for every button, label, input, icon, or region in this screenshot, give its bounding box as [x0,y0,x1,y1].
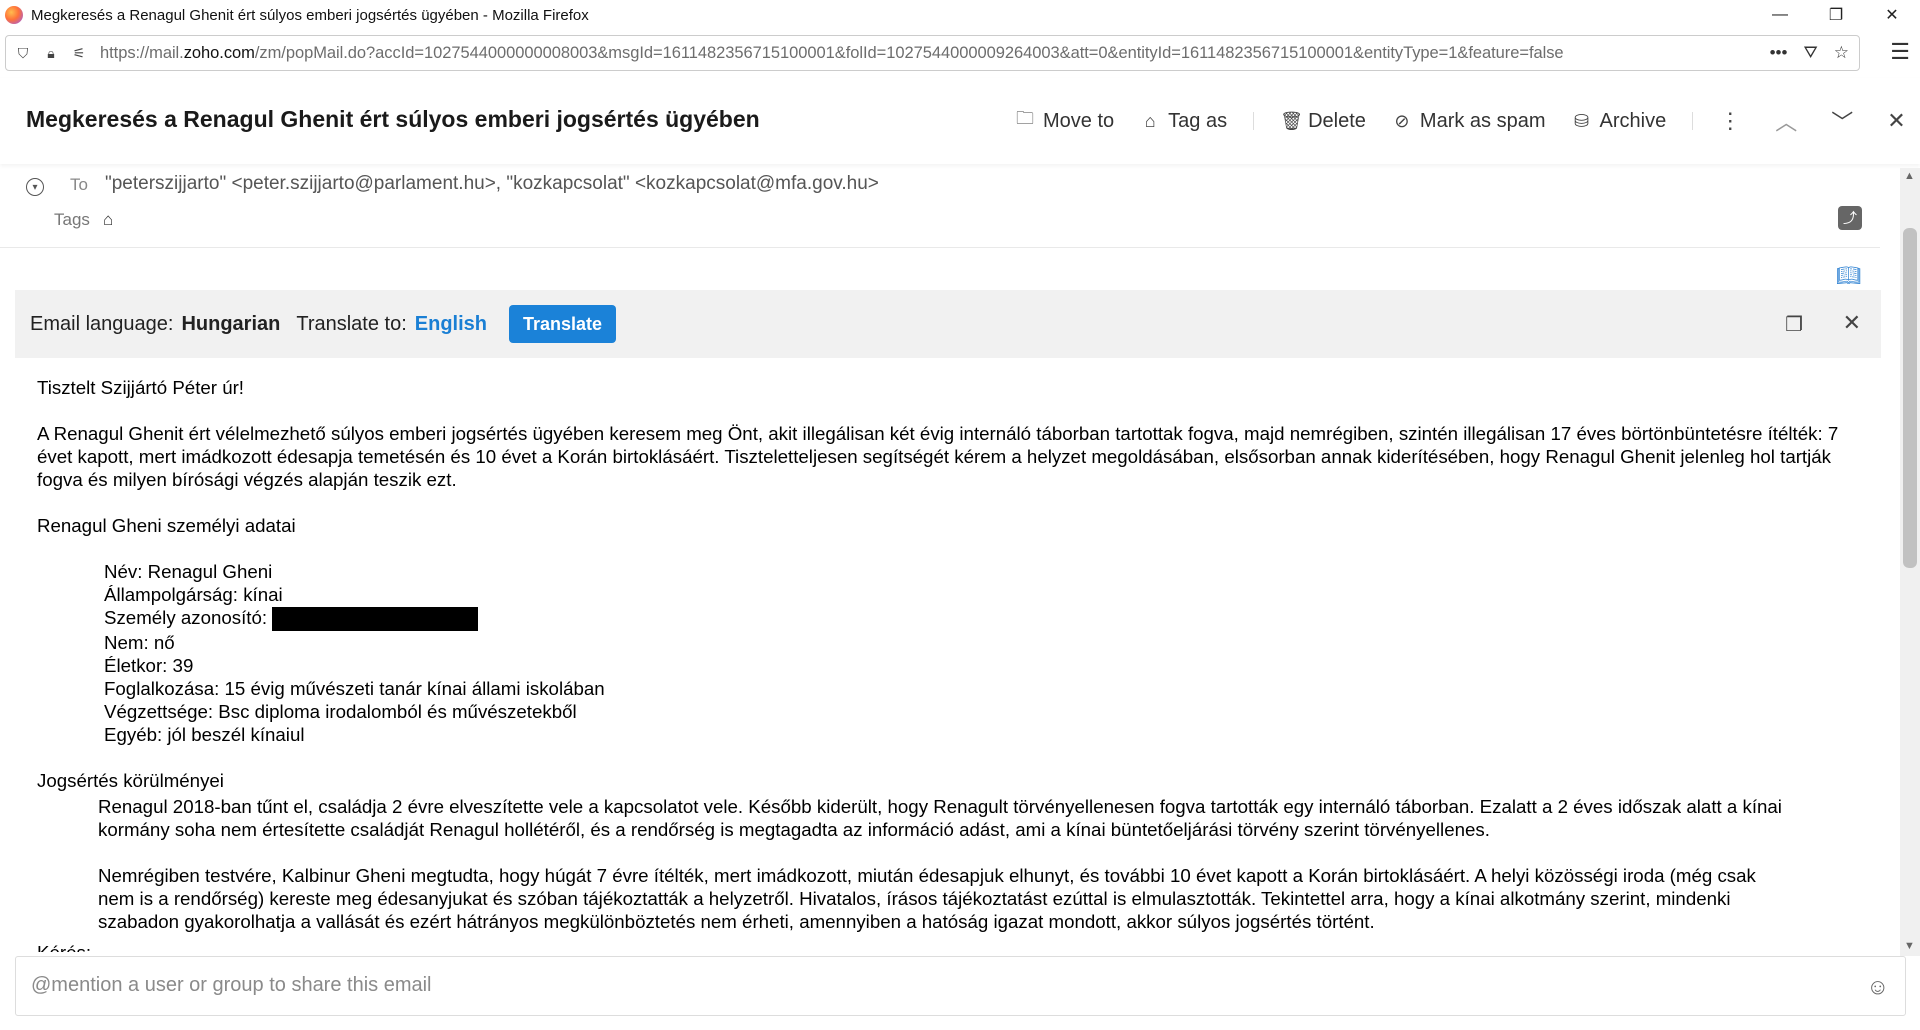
vertical-scrollbar[interactable]: ▲ ▼ [1900,168,1920,956]
list-item: Nem: nő [104,632,175,654]
redacted-block [272,607,479,632]
archive-icon: ⛁ [1573,110,1590,131]
tag-icon: ⌂ [1144,110,1156,131]
more-options-icon[interactable]: ⋮ [1719,108,1741,134]
copy-icon[interactable]: ❐ [1785,312,1803,337]
translate-button[interactable]: Translate [509,305,616,343]
email-body: Tisztelt Szijjártó Péter úr! A Renagul G… [37,376,1847,952]
collapse-details-icon[interactable]: ▾ [26,178,44,196]
folder-icon: 🗀︎ [1016,108,1034,128]
to-recipients[interactable]: "peterszijjarto" <peter.szijjarto@parlam… [105,173,879,195]
email-subject: Megkeresés a Renagul Ghenit ért súlyos e… [26,106,760,132]
window-controls: — ❐ ✕ [1752,0,1920,30]
close-window-button[interactable]: ✕ [1864,0,1920,30]
mail-actions-toolbar: 🗀︎ Move to ⌂ Tag as 🗑︎ Delete ⊘ Mark as … [1015,106,1906,136]
move-to-label: Move to [1043,109,1115,132]
intro-paragraph: A Renagul Ghenit ért vélelmezhető súlyos… [37,423,1839,490]
email-language-label: Email language: [30,312,174,335]
pocket-icon[interactable]: ⛛ [1803,43,1817,63]
url-text[interactable]: https://mail.zoho.com/zm/popMail.do?accI… [100,44,1564,63]
circumstances-paragraph-1: Renagul 2018-ban tűnt el, családja 2 évr… [98,796,1782,841]
id-label: Személy azonosító: [104,607,273,628]
toolbar-divider [1692,112,1694,130]
list-item: Személy azonosító: [104,606,1847,632]
scroll-down-arrow-icon[interactable]: ▼ [1904,940,1915,952]
recipients-section: ▾ To "peterszijjarto" <peter.szijjarto@p… [0,168,1880,248]
emoji-icon[interactable]: ☺ [1867,974,1889,1000]
url-prefix: https://mail. [100,43,184,62]
mention-input[interactable]: @mention a user or group to share this e… [31,974,432,997]
lock-icon[interactable]: 🔒︎ [40,45,62,62]
window-titlebar: Megkeresés a Renagul Ghenit ért súlyos e… [0,0,1920,30]
share-icon[interactable]: ⤴ [1838,206,1862,230]
translate-to-label: Translate to: [296,312,407,335]
list-item: Állampolgárság: kínai [104,584,283,605]
close-email-icon[interactable]: ✕ [1887,108,1905,134]
scroll-up-arrow-icon[interactable]: ▲ [1904,170,1915,182]
previous-email-icon[interactable]: ︿ [1775,105,1797,137]
add-tag-icon[interactable]: ⌂ [103,210,113,230]
next-email-icon[interactable]: ﹀ [1831,105,1853,137]
personal-data-heading: Renagul Gheni személyi adatai [37,515,296,536]
list-item: Foglalkozása: 15 évig művészeti tanár kí… [104,678,605,700]
archive-button[interactable]: ⛁ Archive [1572,109,1667,133]
mail-header: Megkeresés a Renagul Ghenit ért súlyos e… [0,78,1920,164]
scroll-thumb[interactable] [1903,228,1917,568]
url-path: /zm/popMail.do?accId=1027544000000008003… [254,43,1564,62]
delete-button[interactable]: 🗑︎ Delete [1280,110,1366,133]
minimize-button[interactable]: — [1752,0,1808,30]
circumstances-paragraph-2: Nemrégiben testvére, Kalbinur Gheni megt… [98,865,1756,933]
greeting: Tisztelt Szijjártó Péter úr! [37,377,245,398]
list-item: Név: Renagul Gheni [104,561,273,582]
firefox-logo-icon [5,6,23,24]
url-domain: zoho.com [183,43,255,62]
hamburger-menu-icon[interactable]: ☰ [1890,39,1910,65]
window-title: Megkeresés a Renagul Ghenit ért súlyos e… [31,6,589,24]
restore-button[interactable]: ❐ [1808,0,1864,30]
mark-spam-label: Mark as spam [1419,109,1546,132]
email-language-value: Hungarian [181,312,281,335]
list-item: Egyéb: jól beszél kínaiul [104,724,305,746]
shield-icon[interactable]: ⛉ [12,45,34,62]
mention-share-bar[interactable]: @mention a user or group to share this e… [15,956,1906,1016]
request-heading: Kérés: [37,941,1847,952]
trash-icon: 🗑︎ [1280,110,1303,131]
more-dots-icon[interactable]: ••• [1770,43,1788,63]
mark-spam-button[interactable]: ⊘ Mark as spam [1392,109,1546,133]
translate-target-language[interactable]: English [415,313,487,336]
circumstances-section: Renagul 2018-ban tűnt el, családja 2 évr… [37,795,1787,933]
list-item: Életkor: 39 [104,655,194,677]
tag-as-button[interactable]: ⌂ Tag as [1140,110,1227,133]
translate-bar: Email language: Hungarian Translate to: … [15,290,1881,358]
toolbar-divider [1253,112,1255,130]
url-bar-actions: ••• ⛛ ☆ [1770,36,1849,70]
to-label: To [70,175,88,194]
archive-label: Archive [1599,109,1667,132]
tag-as-label: Tag as [1168,109,1228,132]
spam-icon: ⊘ [1394,110,1410,131]
tags-label: Tags [54,210,90,229]
navigation-bar: ⛉ 🔒︎ ⚟ https://mail.zoho.com/zm/popMail.… [0,33,1920,73]
list-item: Végzettsége: Bsc diploma irodalomból és … [104,701,577,723]
close-translate-icon[interactable]: ✕ [1843,310,1861,336]
reading-mode-icon[interactable]: 📖︎ [1836,263,1861,288]
email-body-area: Tisztelt Szijjártó Péter úr! A Renagul G… [0,362,1900,952]
bookmark-star-icon[interactable]: ☆ [1834,43,1849,63]
permissions-icon[interactable]: ⚟ [68,45,90,62]
delete-label: Delete [1308,109,1366,132]
circumstances-heading: Jogsértés körülményei [37,770,224,792]
move-to-button[interactable]: 🗀︎ Move to [1015,106,1114,136]
personal-data-list: Név: Renagul Gheni Állampolgárság: kínai… [37,560,1847,746]
url-bar[interactable]: ⛉ 🔒︎ ⚟ https://mail.zoho.com/zm/popMail.… [5,35,1860,71]
